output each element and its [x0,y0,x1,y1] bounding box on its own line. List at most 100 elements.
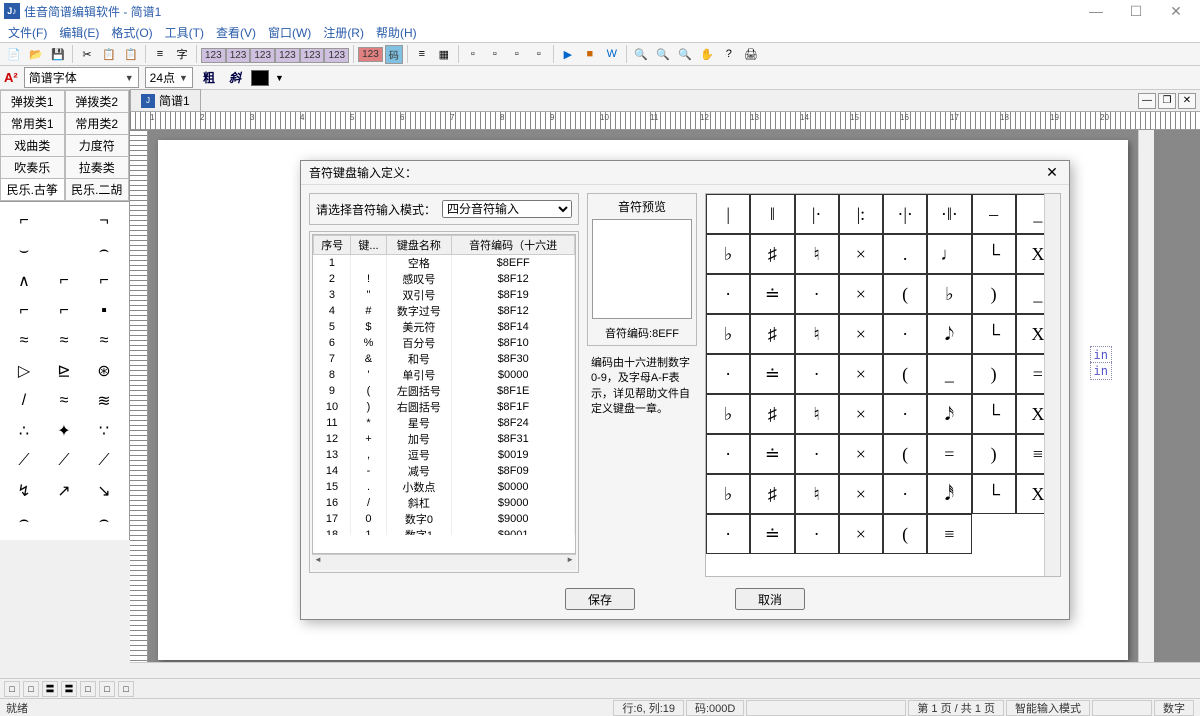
glyph-cell[interactable]: × [839,354,883,394]
text-tool-button[interactable]: 字 [172,44,192,64]
menu-item[interactable]: 格式(O) [105,24,158,41]
table-row[interactable]: 181数字1$9001 [314,527,575,535]
palette-symbol[interactable]: ≈ [84,326,124,356]
save-file-button[interactable]: 💾 [48,44,68,64]
cut-button[interactable]: ✂ [77,44,97,64]
font-combo[interactable]: 简谱字体 ▼ [24,67,139,88]
glyph-cell[interactable]: = [927,434,971,474]
glyph-cell[interactable]: · [883,314,927,354]
num-button[interactable]: 123 [226,48,251,63]
palette-symbol[interactable] [44,506,84,536]
glyph-cell[interactable]: ♯ [750,314,794,354]
glyph-cell[interactable]: ) [972,274,1016,314]
glyph-cell[interactable]: × [839,474,883,514]
maximize-button[interactable]: ☐ [1116,1,1156,21]
print-button[interactable]: 🖨 [741,44,761,64]
category-tab[interactable]: 民乐.二胡 [65,178,130,201]
table-row[interactable]: 7&和号$8F30 [314,351,575,367]
tool-button[interactable]: ▫ [463,44,483,64]
palette-symbol[interactable]: ≈ [44,386,84,416]
category-tab[interactable]: 力度符 [65,134,130,156]
category-tab[interactable]: 弹拨类1 [0,90,65,112]
glyph-cell[interactable]: 𝅘𝅥𝅮 [927,314,971,354]
glyph-cell[interactable]: |· [795,194,839,234]
category-tab[interactable]: 民乐.古筝 [0,178,65,201]
num-button[interactable]: 123 [250,48,275,63]
glyph-cell[interactable]: ♭ [706,474,750,514]
palette-symbol[interactable]: ⌐ [84,266,124,296]
palette-symbol[interactable]: ↘ [84,476,124,506]
palette-symbol[interactable]: ∵ [84,416,124,446]
glyph-cell[interactable]: ♭ [706,314,750,354]
glyph-cell[interactable]: ) [972,354,1016,394]
dialog-close-button[interactable]: ✕ [1043,164,1061,182]
help-button[interactable]: ? [719,44,739,64]
glyph-cell[interactable]: ♮ [795,474,839,514]
glyph-cell[interactable]: ( [883,354,927,394]
glyph-cell[interactable]: ♭ [706,234,750,274]
glyph-cell[interactable]: – [972,194,1016,234]
num-button[interactable]: 123 [300,48,325,63]
glyph-vscroll[interactable] [1044,194,1060,576]
glyph-cell[interactable]: 𝅘𝅥𝅰 [927,474,971,514]
table-row[interactable]: 3"双引号$8F19 [314,287,575,303]
glyph-cell[interactable]: · [795,434,839,474]
chevron-down-icon[interactable]: ▼ [275,73,284,83]
palette-symbol[interactable]: ▷ [4,356,44,386]
category-tab[interactable]: 弹拨类2 [65,90,130,112]
table-row[interactable]: 170数字0$9000 [314,511,575,527]
bottom-tool[interactable]: □ [23,681,39,697]
glyph-cell[interactable]: ♭ [706,394,750,434]
bottom-tool[interactable]: 〓 [42,681,58,697]
palette-symbol[interactable]: ⟋ [44,446,84,476]
palette-symbol[interactable]: ⟋ [4,446,44,476]
glyph-cell[interactable]: . [883,234,927,274]
export-button[interactable]: W [602,44,622,64]
glyph-cell[interactable]: |: [839,194,883,234]
category-tab[interactable]: 常用类1 [0,112,65,134]
palette-symbol[interactable]: ⌐ [4,296,44,326]
glyph-cell[interactable]: · [883,394,927,434]
glyph-cell[interactable]: ♯ [750,394,794,434]
bottom-tool[interactable]: □ [80,681,96,697]
bottom-tool[interactable]: □ [99,681,115,697]
tool-button[interactable]: ▫ [485,44,505,64]
glyph-cell[interactable]: ♭ [927,274,971,314]
palette-symbol[interactable]: ⊵ [44,356,84,386]
menu-item[interactable]: 注册(R) [317,24,370,41]
glyph-cell[interactable]: × [839,234,883,274]
palette-symbol[interactable]: ▪ [84,296,124,326]
palette-symbol[interactable]: ≈ [44,326,84,356]
palette-symbol[interactable]: ⌐ [4,206,44,236]
glyph-cell[interactable]: ·|· [883,194,927,234]
table-row[interactable]: 10)右圆括号$8F1F [314,399,575,415]
glyph-cell[interactable]: · [883,474,927,514]
glyph-cell[interactable]: ≡ [927,514,971,554]
mdi-minimize[interactable]: — [1138,93,1156,109]
menu-item[interactable]: 查看(V) [210,24,262,41]
bottom-tool[interactable]: 〓 [61,681,77,697]
glyph-cell[interactable]: ≐ [750,434,794,474]
palette-symbol[interactable]: ✦ [44,416,84,446]
menu-item[interactable]: 窗口(W) [262,24,317,41]
palette-symbol[interactable] [44,206,84,236]
table-row[interactable]: 16/斜杠$9000 [314,495,575,511]
keymap-table-scroll[interactable]: 序号键...键盘名称音符编码（十六进 1空格$8EFF2!感叹号$8F123"双… [313,235,575,535]
color-swatch[interactable] [251,70,269,86]
menu-item[interactable]: 工具(T) [159,24,210,41]
vertical-scrollbar[interactable] [1138,130,1154,662]
glyph-cell[interactable]: └ [972,474,1016,514]
glyph-cell[interactable]: ≐ [750,354,794,394]
glyph-cell[interactable]: ·‖· [927,194,971,234]
glyph-cell[interactable]: × [839,434,883,474]
glyph-cell[interactable]: ( [883,434,927,474]
glyph-cell[interactable]: 𝅘𝅥𝅯 [927,394,971,434]
menu-item[interactable]: 帮助(H) [370,24,423,41]
stop-button[interactable]: ■ [580,44,600,64]
glyph-cell[interactable]: └ [972,394,1016,434]
glyph-cell[interactable]: ( [883,514,927,554]
palette-symbol[interactable]: ⌣ [4,236,44,266]
play-button[interactable]: ▶ [558,44,578,64]
glyph-cell[interactable]: · [706,354,750,394]
header-button[interactable]: ≡ [150,44,170,64]
